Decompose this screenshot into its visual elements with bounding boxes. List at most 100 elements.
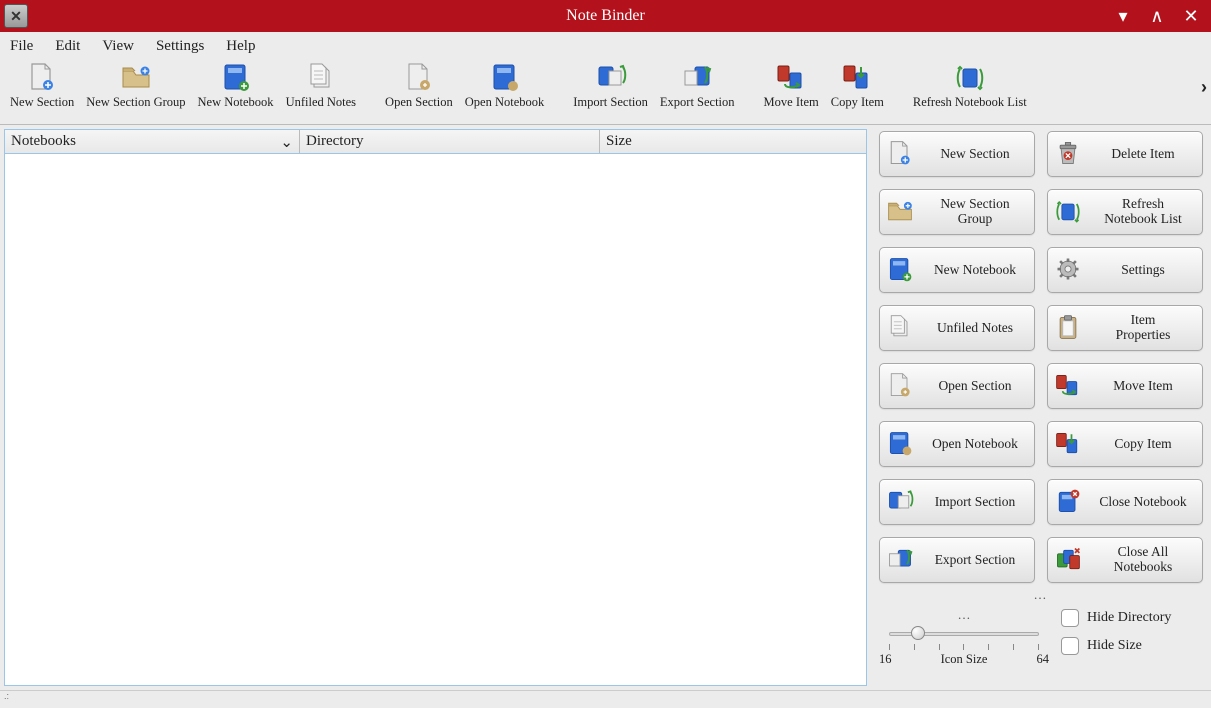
toolbar-refresh-notebook-list-label: Refresh Notebook List — [913, 95, 1027, 110]
panel-open-section[interactable]: Open Section — [879, 363, 1035, 409]
toolbar-import-section-label: Import Section — [573, 95, 648, 110]
move-book-icon — [775, 61, 807, 93]
panel-delete-item[interactable]: Delete Item — [1047, 131, 1203, 177]
panel-close-all-label: Close AllNotebooks — [1090, 545, 1196, 575]
gear-icon — [1054, 255, 1084, 285]
slider-min: 16 — [879, 652, 892, 667]
toolbar-copy-item[interactable]: Copy Item — [825, 61, 890, 114]
titlebar: ✕ Note Binder ▾ ∧ ✕ — [0, 0, 1211, 32]
column-size-label: Size — [606, 133, 632, 150]
clipboard-icon — [1054, 313, 1084, 343]
statusbar: .: — [0, 690, 1211, 708]
panel-unfiled-notes[interactable]: Unfiled Notes — [879, 305, 1035, 351]
toolbar-unfiled-notes[interactable]: Unfiled Notes — [280, 61, 362, 114]
toolbar-refresh-notebook-list[interactable]: Refresh Notebook List — [907, 61, 1033, 114]
panel-new-section[interactable]: New Section — [879, 131, 1035, 177]
panel-move-item[interactable]: Move Item — [1047, 363, 1203, 409]
panel-import-section[interactable]: Import Section — [879, 479, 1035, 525]
panel-import-section-label: Import Section — [922, 495, 1028, 510]
import-arrow-icon — [886, 487, 916, 517]
panel-export-section[interactable]: Export Section — [879, 537, 1035, 583]
toolbar-copy-item-label: Copy Item — [831, 95, 884, 110]
toolbar-import-section[interactable]: Import Section — [567, 61, 654, 114]
panel-open-notebook[interactable]: Open Notebook — [879, 421, 1035, 467]
panel-close-notebook-label: Close Notebook — [1090, 495, 1196, 510]
chevron-down-icon: ⌄ — [280, 133, 293, 151]
toolbar-open-section[interactable]: Open Section — [379, 61, 459, 114]
column-notebooks[interactable]: Notebooks ⌄ — [5, 130, 300, 153]
panel-new-notebook[interactable]: New Notebook — [879, 247, 1035, 293]
column-size[interactable]: Size — [600, 130, 866, 153]
tree-body[interactable] — [4, 153, 867, 686]
tree-panel: Notebooks ⌄ Directory Size — [0, 125, 871, 690]
side-overflow-ellipsis[interactable]: … — [879, 587, 1203, 603]
panel-copy-item-label: Copy Item — [1090, 437, 1196, 452]
file-gray-open-icon — [886, 371, 916, 401]
toolbar-scroll-right[interactable]: › — [1201, 77, 1207, 98]
folder-plus-icon — [120, 61, 152, 93]
file-gray-open-icon — [403, 61, 435, 93]
file-plus-gray-icon — [26, 61, 58, 93]
toolbar-move-item-label: Move Item — [764, 95, 819, 110]
toolbar-new-section-group-label: New Section Group — [86, 95, 185, 110]
export-arrow-icon — [886, 545, 916, 575]
trash-icon — [1054, 139, 1084, 169]
toolbar-export-section[interactable]: Export Section — [654, 61, 741, 114]
notebook-blue-plus-icon — [220, 61, 252, 93]
menu-help[interactable]: Help — [226, 38, 255, 55]
menu-settings[interactable]: Settings — [156, 38, 204, 55]
check-hide-size[interactable]: Hide Size — [1061, 637, 1203, 655]
check-hide-directory[interactable]: Hide Directory — [1061, 609, 1203, 627]
icon-size-slider-block: … 16 Icon Size 64 — [879, 607, 1049, 667]
toolbar-new-notebook[interactable]: New Notebook — [192, 61, 280, 114]
panel-new-notebook-label: New Notebook — [922, 263, 1028, 278]
menu-view[interactable]: View — [102, 38, 134, 55]
toolbar-new-section-label: New Section — [10, 95, 74, 110]
menu-edit[interactable]: Edit — [55, 38, 80, 55]
folder-plus-icon — [886, 197, 916, 227]
checkbox-icon — [1061, 609, 1079, 627]
panel-refresh-list[interactable]: RefreshNotebook List — [1047, 189, 1203, 235]
icon-size-slider[interactable] — [889, 625, 1039, 643]
column-notebooks-label: Notebooks — [11, 133, 76, 150]
panel-refresh-list-label: RefreshNotebook List — [1090, 197, 1196, 227]
file-plus-gray-icon — [886, 139, 916, 169]
menu-file[interactable]: File — [10, 38, 33, 55]
toolbar: New Section New Section Group New Notebo… — [0, 59, 1211, 125]
notebook-blue-plus-icon — [886, 255, 916, 285]
toolbar-export-section-label: Export Section — [660, 95, 735, 110]
slider-label: Icon Size — [892, 652, 1037, 667]
panel-open-section-label: Open Section — [922, 379, 1028, 394]
toolbar-open-notebook-label: Open Notebook — [465, 95, 545, 110]
column-directory[interactable]: Directory — [300, 130, 600, 153]
panel-settings[interactable]: Settings — [1047, 247, 1203, 293]
toolbar-new-section[interactable]: New Section — [4, 61, 80, 114]
panel-close-all[interactable]: Close AllNotebooks — [1047, 537, 1203, 583]
toolbar-open-section-label: Open Section — [385, 95, 453, 110]
toolbar-new-section-group[interactable]: New Section Group — [80, 61, 191, 114]
copy-book-icon — [841, 61, 873, 93]
panel-export-section-label: Export Section — [922, 553, 1028, 568]
notebook-blue-open-icon — [489, 61, 521, 93]
panel-close-notebook[interactable]: Close Notebook — [1047, 479, 1203, 525]
import-arrow-icon — [595, 61, 627, 93]
side-panel: New Section Delete Item New SectionGroup… — [871, 125, 1211, 690]
toolbar-move-item[interactable]: Move Item — [758, 61, 825, 114]
panel-item-props-label: ItemProperties — [1090, 313, 1196, 343]
checkbox-icon — [1061, 637, 1079, 655]
window-title: Note Binder — [0, 7, 1211, 25]
file-gray-stack-icon — [305, 61, 337, 93]
slider-max: 64 — [1037, 652, 1050, 667]
refresh-book-icon — [954, 61, 986, 93]
panel-delete-item-label: Delete Item — [1090, 147, 1196, 162]
panel-copy-item[interactable]: Copy Item — [1047, 421, 1203, 467]
toolbar-open-notebook[interactable]: Open Notebook — [459, 61, 551, 114]
panel-item-props[interactable]: ItemProperties — [1047, 305, 1203, 351]
panel-new-section-label: New Section — [922, 147, 1028, 162]
close-book-icon — [1054, 487, 1084, 517]
panel-settings-label: Settings — [1090, 263, 1196, 278]
file-gray-stack-icon — [886, 313, 916, 343]
move-book-icon — [1054, 371, 1084, 401]
panel-new-section-group[interactable]: New SectionGroup — [879, 189, 1035, 235]
toolbar-unfiled-notes-label: Unfiled Notes — [286, 95, 356, 110]
